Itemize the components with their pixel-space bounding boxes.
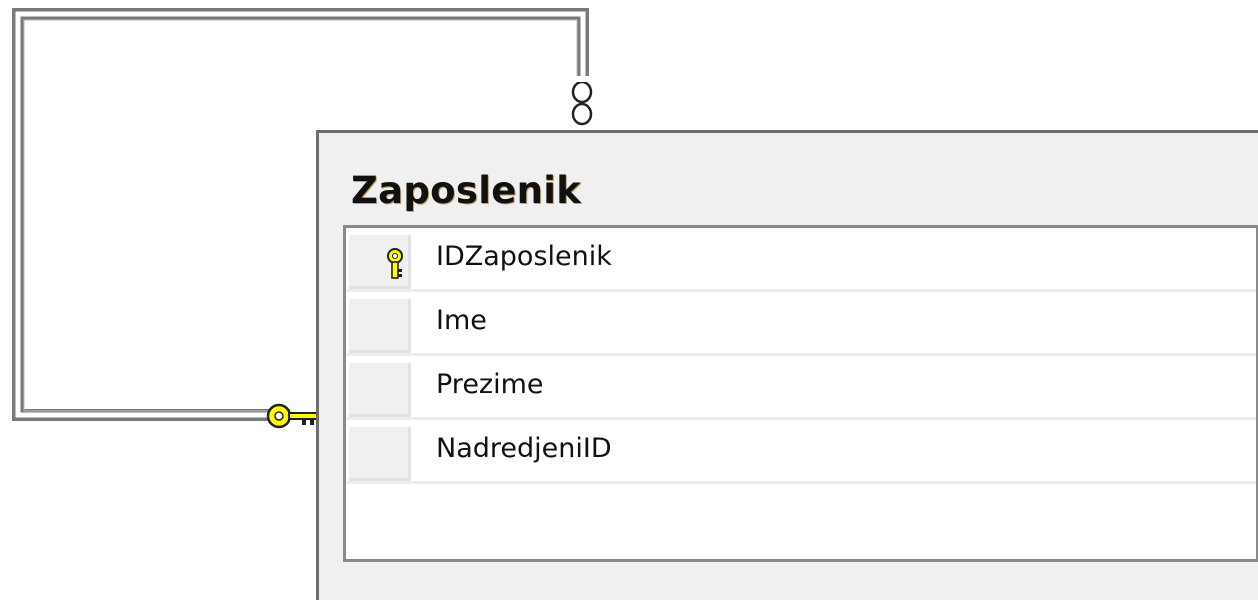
diagram-canvas: Zaposlenik IDZaposlenik Ime Prezime Nadr… — [0, 0, 1258, 600]
table-zaposlenik[interactable]: Zaposlenik IDZaposlenik Ime Prezime Nadr… — [316, 130, 1258, 600]
row-selector[interactable] — [349, 427, 411, 481]
column-grid: IDZaposlenik Ime Prezime NadredjeniID — [343, 225, 1258, 562]
row-selector[interactable] — [349, 299, 411, 353]
primary-key-icon — [387, 248, 403, 279]
column-name: Ime — [436, 305, 487, 336]
table-row[interactable]: NadredjeniID — [346, 420, 1256, 484]
table-title: Zaposlenik — [351, 169, 582, 212]
table-row[interactable]: Ime — [346, 292, 1256, 356]
row-divider — [346, 481, 1256, 484]
row-selector[interactable] — [349, 235, 411, 289]
key-icon — [266, 403, 318, 429]
column-name: Prezime — [436, 369, 544, 400]
column-name: IDZaposlenik — [436, 241, 612, 272]
table-row[interactable]: IDZaposlenik — [346, 228, 1256, 292]
table-row[interactable]: Prezime — [346, 356, 1256, 420]
column-name: NadredjeniID — [436, 433, 612, 464]
row-selector[interactable] — [349, 363, 411, 417]
infinity-icon — [571, 76, 593, 126]
